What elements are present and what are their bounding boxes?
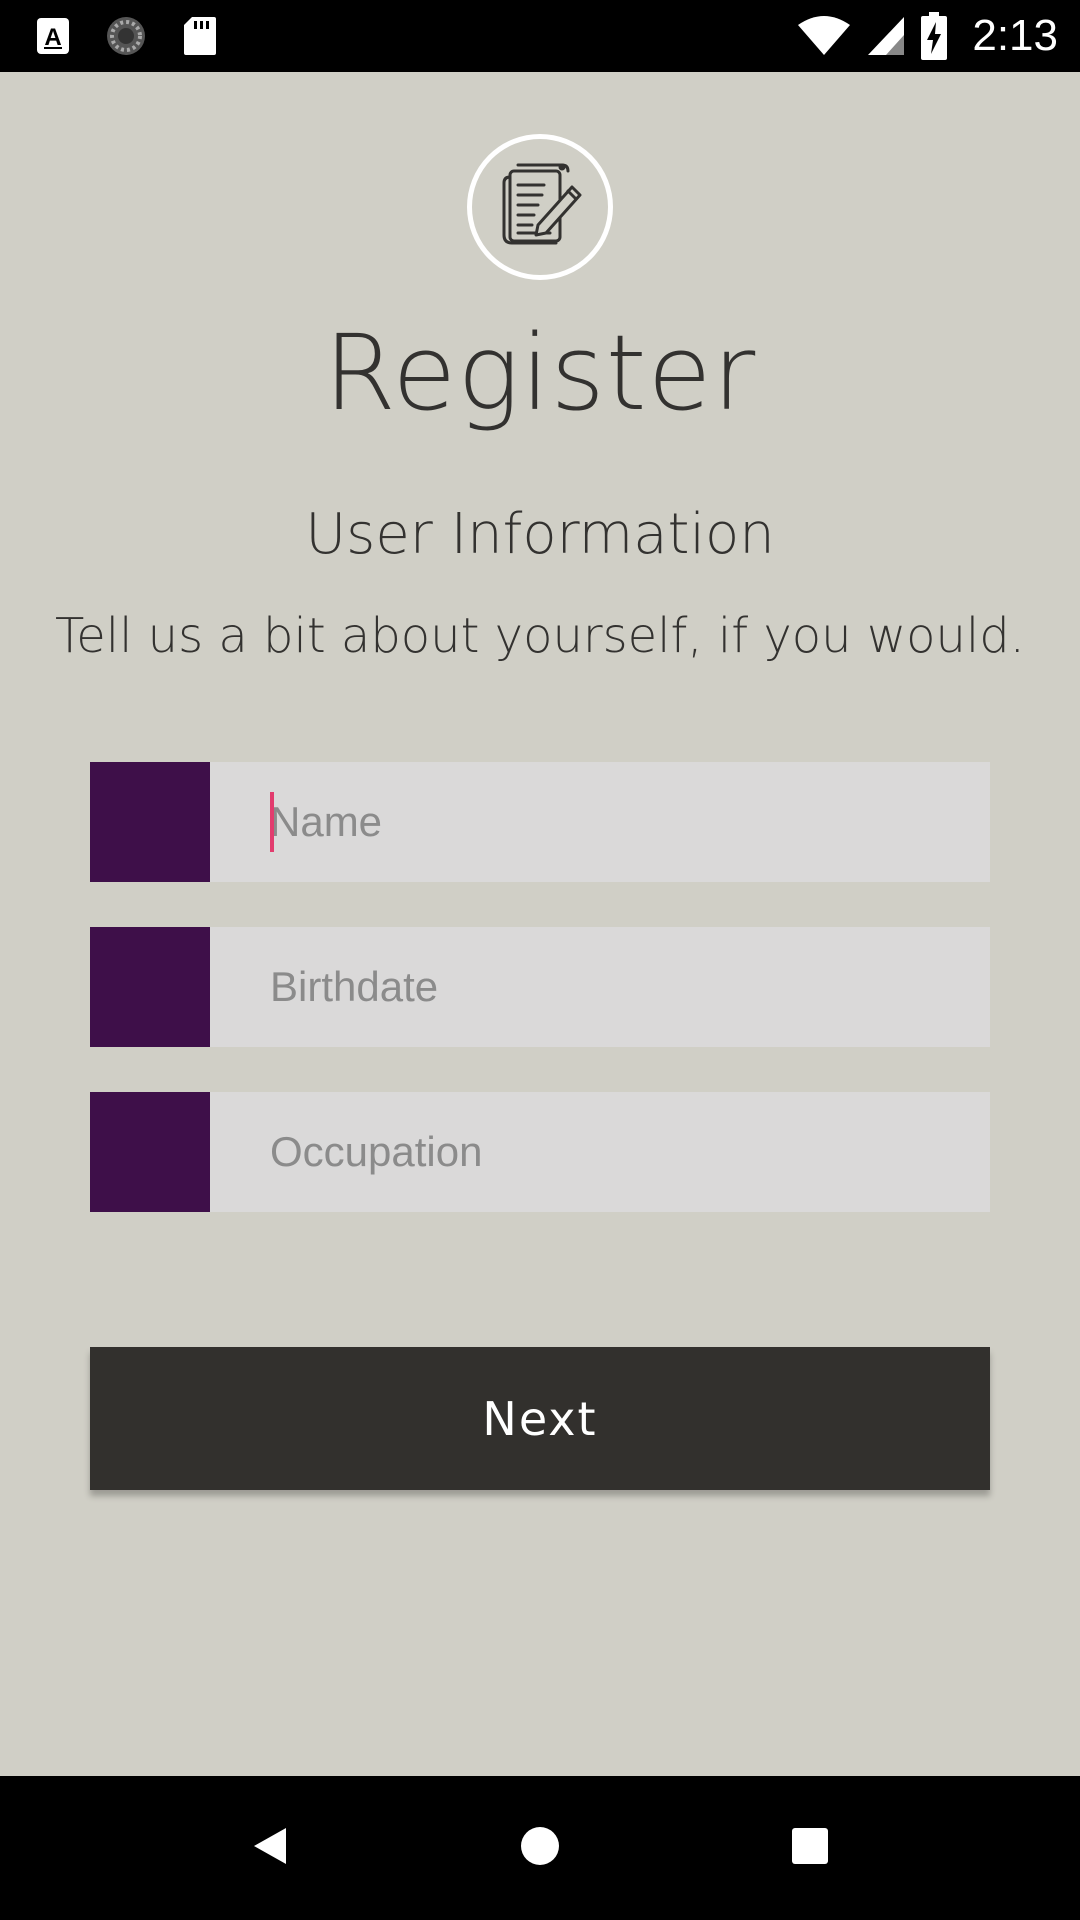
occupation-input[interactable]: [270, 1092, 970, 1212]
birthdate-field[interactable]: [90, 927, 990, 1047]
home-icon: [518, 1824, 562, 1872]
next-button[interactable]: Next: [90, 1347, 990, 1490]
wifi-icon: [796, 15, 852, 57]
recents-button[interactable]: [774, 1812, 846, 1884]
section-description: Tell us a bit about yourself, if you wou…: [55, 608, 1025, 664]
occupation-field[interactable]: [90, 1092, 990, 1212]
name-input[interactable]: [270, 762, 970, 882]
logo: [467, 134, 613, 280]
back-icon: [248, 1824, 292, 1872]
birthdate-field-swatch: [90, 927, 210, 1047]
page-title: Register: [323, 312, 757, 434]
status-time: 2:13: [972, 11, 1058, 60]
birthdate-input[interactable]: [270, 927, 970, 1047]
loading-spinner-icon: [104, 14, 148, 58]
occupation-field-swatch: [90, 1092, 210, 1212]
home-button[interactable]: [504, 1812, 576, 1884]
status-bar-right: 2:13: [796, 10, 1058, 62]
text-caret: [270, 792, 274, 852]
status-bar: A 2:13: [0, 0, 1080, 72]
register-screen: Register User Information Tell us a bit …: [0, 72, 1080, 1776]
a-keyboard-icon: A: [36, 16, 70, 56]
battery-charging-icon: [920, 12, 948, 60]
section-title: User Information: [305, 502, 775, 567]
back-button[interactable]: [234, 1812, 306, 1884]
svg-text:A: A: [44, 24, 61, 51]
recents-icon: [788, 1824, 832, 1872]
notepad-pencil-icon: [492, 157, 588, 257]
status-bar-left: A: [36, 14, 218, 58]
sd-card-icon: [182, 15, 218, 57]
navigation-bar: [0, 1776, 1080, 1920]
name-field-swatch: [90, 762, 210, 882]
cell-signal-icon: [866, 15, 906, 57]
name-field[interactable]: [90, 762, 990, 882]
